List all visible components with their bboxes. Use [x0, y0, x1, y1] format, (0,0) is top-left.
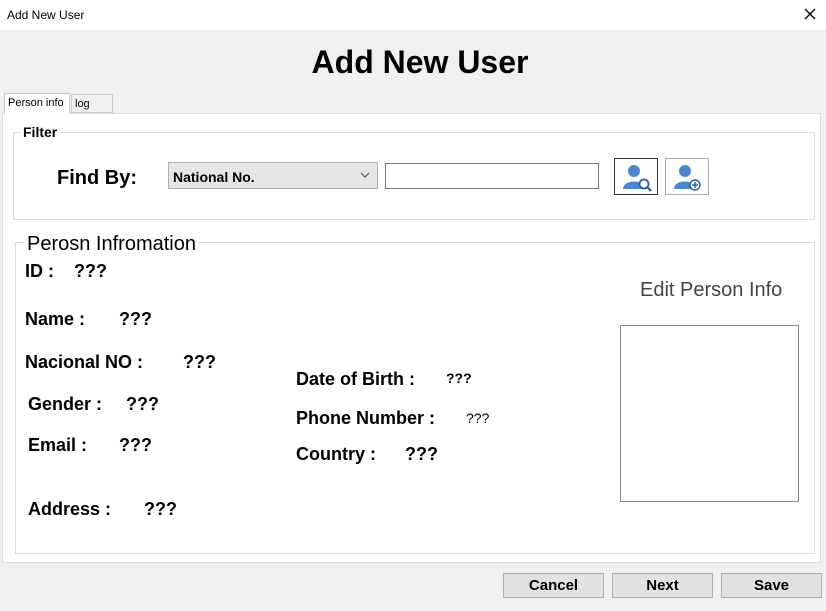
country-label: Country : — [296, 444, 376, 464]
phone-value: ??? — [466, 410, 490, 426]
find-by-label: Find By: — [57, 167, 137, 189]
address-label: Address : — [28, 499, 112, 519]
filter-group-label: Filter — [20, 124, 61, 140]
tab-person-info[interactable]: Person info — [4, 93, 70, 114]
find-person-button[interactable] — [614, 158, 658, 195]
address-value: ??? — [144, 499, 177, 519]
person-info-group-label: Perosn Infromation — [24, 233, 199, 256]
tab-panel-person-info: Filter Find By: National No. Perosn Infr… — [2, 113, 821, 563]
gender-label: Gender : — [28, 394, 103, 414]
country-value: ??? — [405, 444, 438, 464]
name-label: Name : — [25, 309, 86, 329]
cancel-button[interactable]: Cancel — [503, 573, 604, 598]
gender-value: ??? — [126, 394, 159, 414]
find-by-selected-value: National No. — [173, 169, 255, 185]
page-title: Add New User — [311, 44, 529, 80]
edit-person-info-link[interactable]: Edit Person Info — [640, 279, 782, 302]
user-search-icon — [623, 165, 652, 192]
email-value: ??? — [119, 435, 152, 455]
id-value: ??? — [74, 261, 107, 281]
id-label: ID : — [25, 261, 54, 281]
save-button[interactable]: Save — [721, 573, 822, 598]
window-titlebar: Add New User — [0, 0, 826, 30]
close-icon[interactable] — [800, 4, 820, 24]
find-by-select[interactable]: National No. — [168, 162, 378, 189]
person-photo — [620, 325, 799, 502]
dob-value: ??? — [446, 370, 472, 386]
phone-label: Phone Number : — [296, 408, 436, 428]
window-title: Add New User — [7, 8, 85, 22]
user-add-icon — [674, 165, 701, 191]
name-value: ??? — [119, 309, 152, 329]
national-no-value: ??? — [183, 352, 216, 372]
dob-label: Date of Birth : — [296, 369, 415, 389]
chevron-down-icon — [360, 172, 370, 178]
search-input[interactable] — [385, 163, 599, 189]
tab-log-info[interactable]: log info — [71, 94, 113, 128]
next-button[interactable]: Next — [612, 573, 713, 598]
add-person-button[interactable] — [665, 158, 709, 195]
national-no-label: Nacional NO : — [25, 352, 144, 372]
email-label: Email : — [28, 435, 88, 455]
